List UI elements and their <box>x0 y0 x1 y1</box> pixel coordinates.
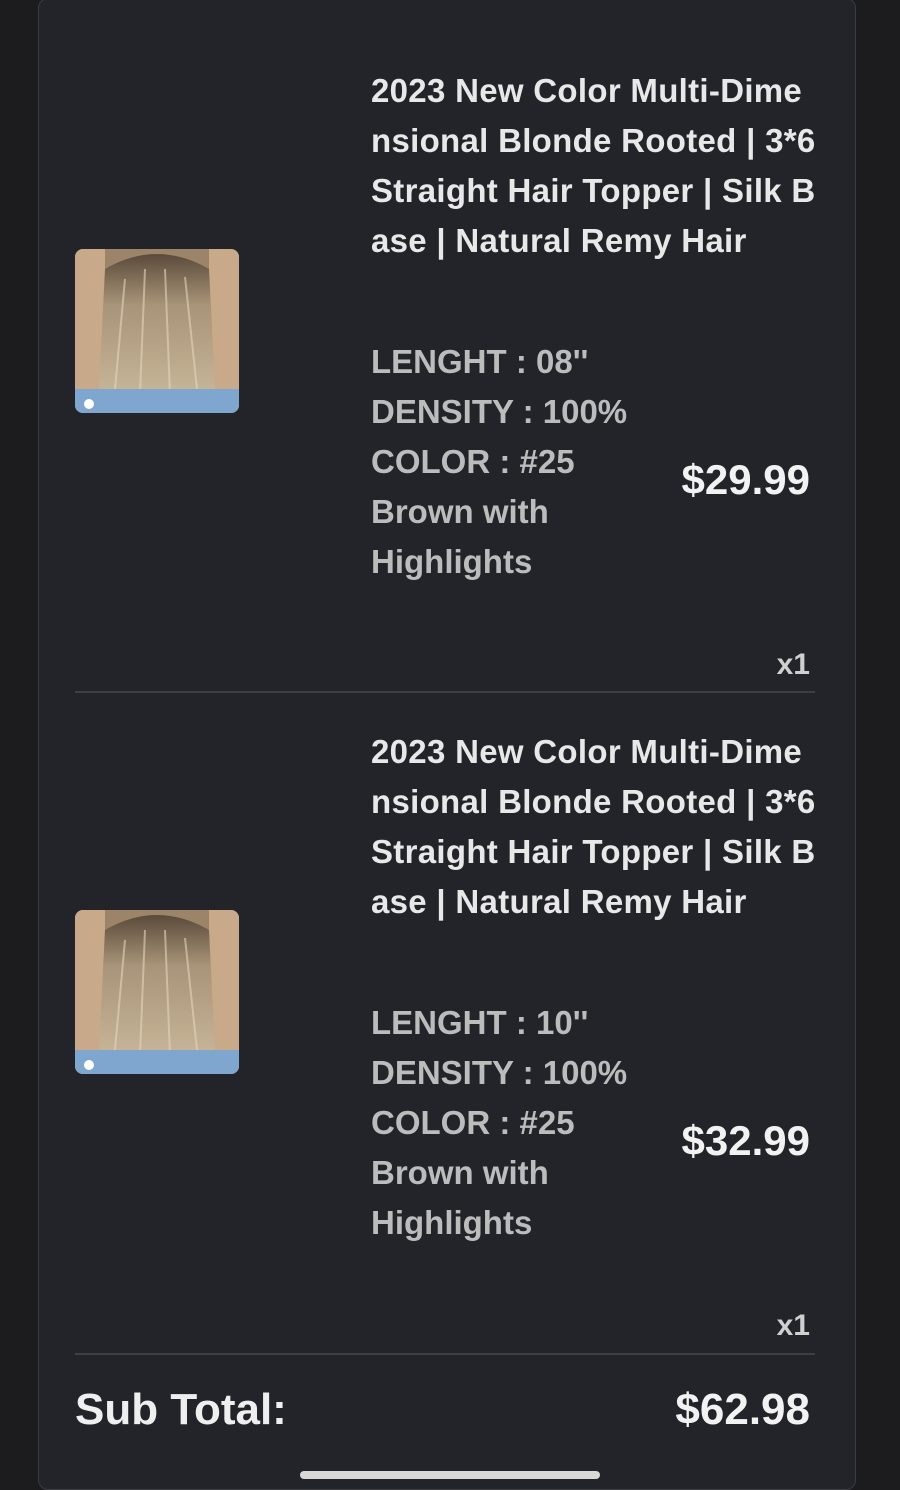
product-attributes: LENGHT : 10'' DENSITY : 100% COLOR : #25… <box>371 998 631 1248</box>
product-image[interactable] <box>75 910 239 1074</box>
subtotal-divider <box>75 1353 815 1355</box>
hair-topper-photo-icon <box>75 249 239 413</box>
density-option: DENSITY : 100% <box>371 1054 628 1091</box>
density-option: DENSITY : 100% <box>371 393 628 430</box>
home-indicator[interactable] <box>300 1471 600 1479</box>
length-option: LENGHT : 08'' <box>371 343 589 380</box>
product-image[interactable] <box>75 249 239 413</box>
length-option: LENGHT : 10'' <box>371 1004 589 1041</box>
hair-topper-photo-icon <box>75 910 239 1074</box>
subtotal-label: Sub Total: <box>75 1385 287 1434</box>
product-attributes: LENGHT : 08'' DENSITY : 100% COLOR : #25… <box>371 337 631 587</box>
item-quantity: x1 <box>776 1309 810 1342</box>
item-price: $29.99 <box>681 456 810 503</box>
item-divider <box>75 691 815 693</box>
subtotal-value: $62.98 <box>675 1385 810 1434</box>
color-option: COLOR : #25 Brown with Highlights <box>371 1104 575 1241</box>
product-title[interactable]: 2023 New Color Multi-Dimensional Blonde … <box>371 727 816 927</box>
item-price: $32.99 <box>681 1117 810 1164</box>
color-option: COLOR : #25 Brown with Highlights <box>371 443 575 580</box>
item-quantity: x1 <box>776 648 810 681</box>
product-title[interactable]: 2023 New Color Multi-Dimensional Blonde … <box>371 66 816 266</box>
